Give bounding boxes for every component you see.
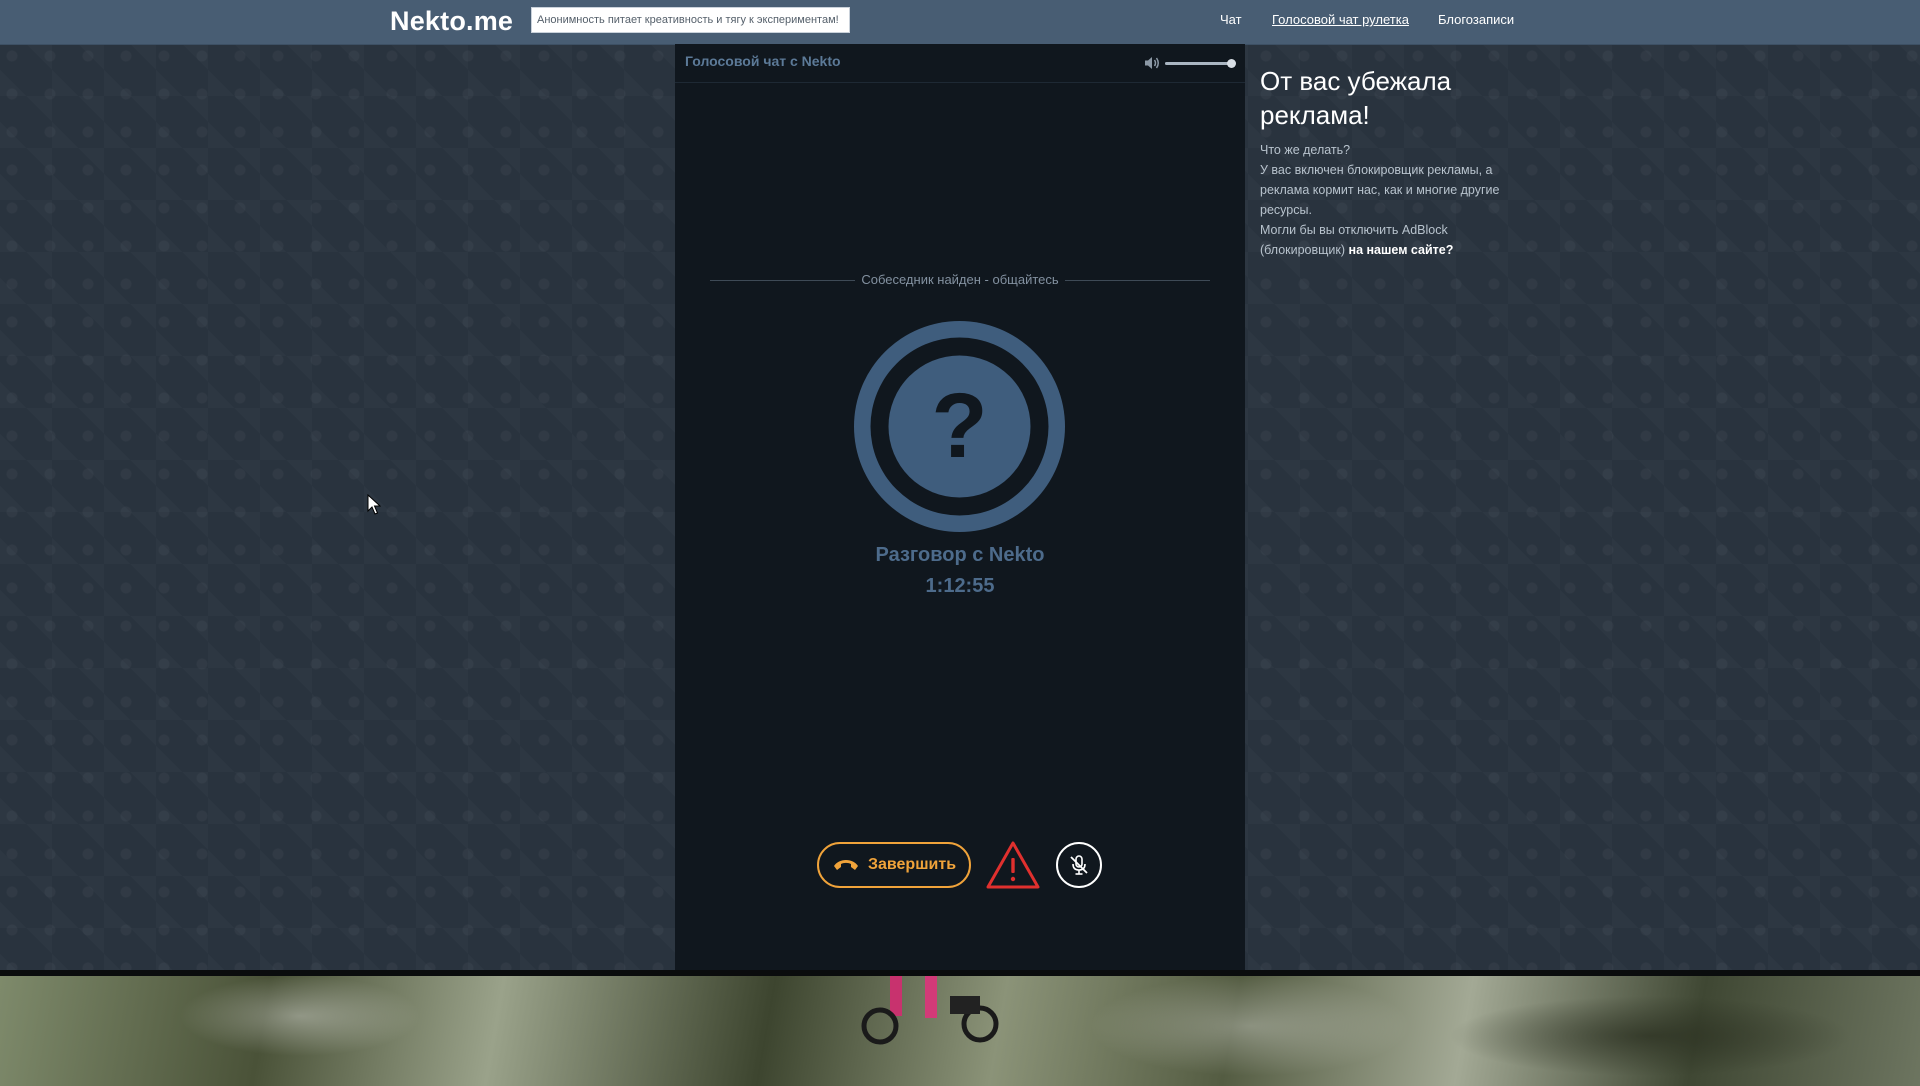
nav-link-chat[interactable]: Чат [1220,10,1242,30]
adblock-question: Что же делать? [1260,143,1351,157]
volume-icon[interactable] [1143,54,1161,72]
volume-slider-fill [1165,62,1231,65]
site-logo[interactable]: Nekto.me [390,2,513,40]
adblock-message: Что же делать? У вас включен блокировщик… [1260,140,1520,260]
video-bike-shape [861,976,999,1045]
anonymous-avatar: ? [854,321,1065,532]
report-warning-icon[interactable] [985,840,1041,890]
status-label: Собеседник найден - общайтесь [855,272,1065,287]
conversation-title: Разговор с Nekto [875,544,1045,566]
nav-link-voice-roulette[interactable]: Голосовой чат рулетка [1272,10,1409,30]
adblock-title: От вас убежала реклама! [1260,66,1452,130]
call-timer: 1:12:55 [925,575,995,597]
adblock-explanation: У вас включен блокировщик рекламы, а рек… [1260,163,1500,217]
end-call-button[interactable]: Завершить [817,842,971,888]
top-bar: Nekto.me Анонимность питает креативность… [0,0,1920,45]
mute-microphone-button[interactable] [1056,842,1102,888]
adblock-request: Могли бы вы отключить AdBlock (блокировщ… [1260,220,1520,260]
hangup-phone-icon [833,860,858,870]
status-text: Собеседник найден - общайтесь [675,272,1245,287]
avatar-question-mark: ? [931,375,987,477]
microphone-off-icon [1070,855,1088,875]
adblock-site-link[interactable]: на нашем сайте? [1349,243,1454,257]
end-call-label: Завершить [867,856,957,873]
nav-link-blog[interactable]: Блогозаписи [1438,10,1514,30]
panel-header: Голосовой чат с Nekto [675,44,1245,83]
volume-slider[interactable] [1165,59,1236,68]
slogan-box: Анонимность питает креативность и тягу к… [531,7,850,33]
voice-chat-panel: Голосовой чат с Nekto Собеседник найден … [675,44,1245,970]
volume-slider-handle[interactable] [1227,59,1236,68]
mouse-cursor-icon [367,494,381,515]
panel-title: Голосовой чат с Nekto [685,53,841,69]
